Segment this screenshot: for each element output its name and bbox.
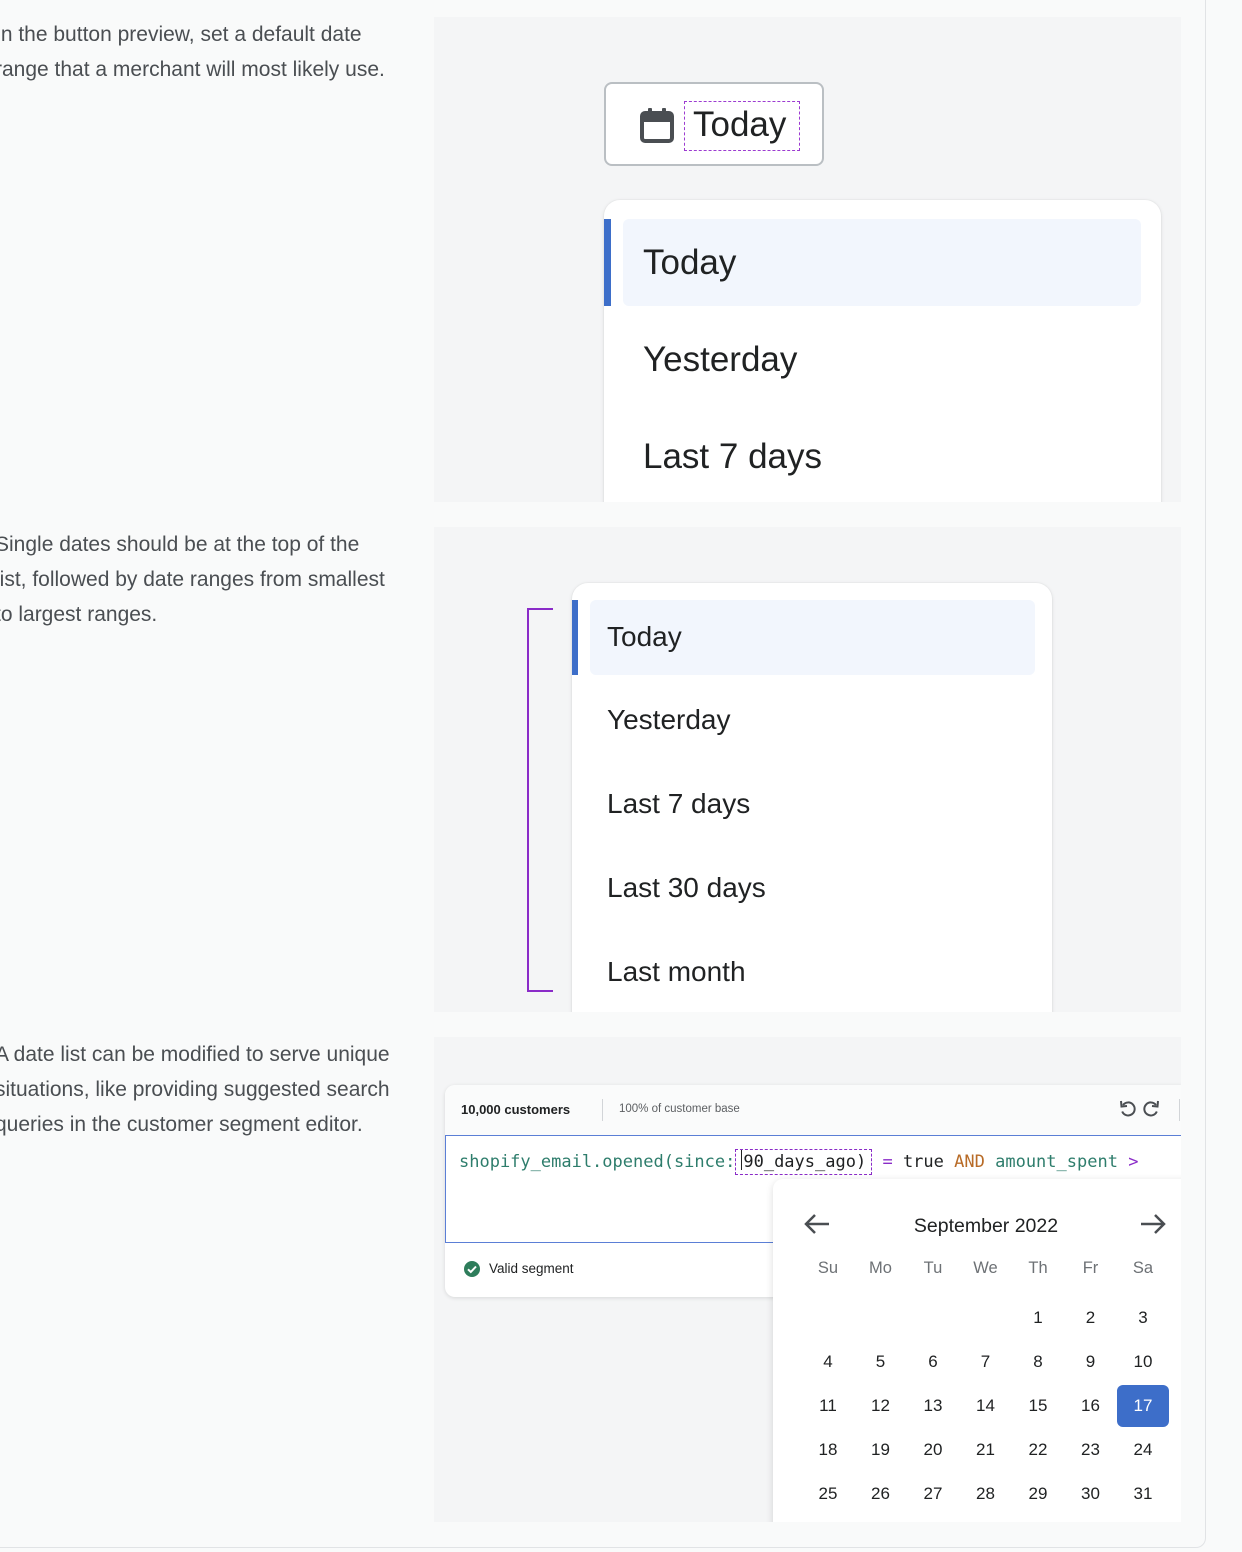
weekday-label: Th — [1028, 1259, 1048, 1277]
list-item-last-month[interactable]: Last month — [572, 935, 1052, 1010]
calendar-day[interactable]: 16 — [1065, 1385, 1117, 1427]
calendar-day[interactable]: 30 — [1065, 1473, 1117, 1515]
date-list-popover: Today Yesterday Last 7 days Last 30 days… — [572, 583, 1052, 1012]
calendar-day[interactable]: 31 — [1117, 1473, 1169, 1515]
calendar-day[interactable]: 8 — [1012, 1341, 1064, 1383]
calendar-icon — [640, 108, 674, 143]
weekday-label: Su — [817, 1259, 839, 1277]
date-argument: 90_days_ago) — [735, 1149, 873, 1175]
segment-editor-panel: 10,000 customers 100% of customer base s… — [434, 1037, 1181, 1522]
query-code: shopify_email.opened(since: 90_days_ago) … — [459, 1149, 1138, 1175]
calendar-day[interactable]: 13 — [907, 1385, 959, 1427]
customer-count: 10,000 customers — [461, 1102, 571, 1117]
calendar-day[interactable]: 29 — [1012, 1473, 1064, 1515]
date-range-button-label: Today — [684, 101, 800, 151]
section-2-description: Single dates should be at the top of the… — [0, 533, 385, 626]
calendar-day[interactable]: 28 — [960, 1473, 1012, 1515]
undo-icon[interactable] — [1119, 1099, 1137, 1119]
calendar-month-title: September 2022 — [913, 1215, 1059, 1237]
check-circle-icon — [464, 1261, 480, 1277]
segment-header: 10,000 customers 100% of customer base — [445, 1085, 1181, 1135]
calendar-day[interactable]: 4 — [802, 1341, 854, 1383]
calendar-day[interactable]: 11 — [802, 1385, 854, 1427]
list-item-yesterday[interactable]: Yesterday — [572, 683, 1052, 758]
calendar-day[interactable]: 1 — [1012, 1297, 1064, 1339]
divider — [1179, 1099, 1180, 1121]
weekday-label: Sa — [1132, 1259, 1154, 1277]
weekday-label: Tu — [923, 1259, 943, 1277]
calendar-day[interactable]: 10 — [1117, 1341, 1169, 1383]
calendar-day[interactable]: 26 — [855, 1473, 907, 1515]
calendar-day[interactable]: 6 — [907, 1341, 959, 1383]
arrow-right-icon[interactable] — [1139, 1212, 1167, 1236]
customer-base-percent: 100% of customer base — [619, 1103, 740, 1115]
calendar-day[interactable]: 2 — [1065, 1297, 1117, 1339]
section-3-description: A date list can be modified to serve uni… — [0, 1043, 390, 1136]
annotation-bracket — [527, 608, 553, 992]
calendar-day[interactable]: 5 — [855, 1341, 907, 1383]
redo-icon[interactable] — [1142, 1099, 1160, 1119]
calendar-day[interactable]: 20 — [907, 1429, 959, 1471]
list-item-last-7-days[interactable]: Last 7 days — [604, 413, 1161, 500]
date-picker-popover: September 2022 Su Mo Tu We Th Fr Sa 1234567891… — [773, 1179, 1181, 1522]
list-item-last-7-days[interactable]: Last 7 days — [572, 767, 1052, 842]
calendar-day[interactable]: 19 — [855, 1429, 907, 1471]
list-item-today[interactable]: Today — [572, 600, 1052, 675]
weekday-label: Mo — [869, 1259, 892, 1277]
calendar-day[interactable]: 25 — [802, 1473, 854, 1515]
button-preview-panel: Today Today Yesterday Last 7 days — [434, 17, 1181, 502]
calendar-day[interactable]: 3 — [1117, 1297, 1169, 1339]
calendar-day[interactable]: 27 — [907, 1473, 959, 1515]
section-1-description: In the button preview, set a default dat… — [0, 23, 385, 81]
list-item-today[interactable]: Today — [604, 219, 1161, 306]
calendar-day[interactable]: 9 — [1065, 1341, 1117, 1383]
list-order-panel: Today Yesterday Last 7 days Last 30 days… — [434, 527, 1181, 1012]
calendar-day[interactable]: 18 — [802, 1429, 854, 1471]
calendar-day[interactable]: 15 — [1012, 1385, 1064, 1427]
calendar-day[interactable]: 22 — [1012, 1429, 1064, 1471]
calendar-day[interactable]: 21 — [960, 1429, 1012, 1471]
weekday-label: Fr — [1082, 1259, 1099, 1277]
list-item-last-30-days[interactable]: Last 30 days — [572, 851, 1052, 926]
date-range-button[interactable]: Today — [604, 82, 824, 166]
list-item-yesterday[interactable]: Yesterday — [604, 316, 1161, 403]
divider — [602, 1099, 603, 1121]
date-list-popover: Today Yesterday Last 7 days — [604, 200, 1161, 502]
calendar-day-selected[interactable]: 17 — [1117, 1385, 1169, 1427]
weekday-label: We — [973, 1259, 998, 1277]
calendar-day[interactable]: 24 — [1117, 1429, 1169, 1471]
calendar-day[interactable]: 12 — [855, 1385, 907, 1427]
calendar-day[interactable]: 7 — [960, 1341, 1012, 1383]
calendar-day[interactable]: 14 — [960, 1385, 1012, 1427]
calendar-day[interactable]: 23 — [1065, 1429, 1117, 1471]
